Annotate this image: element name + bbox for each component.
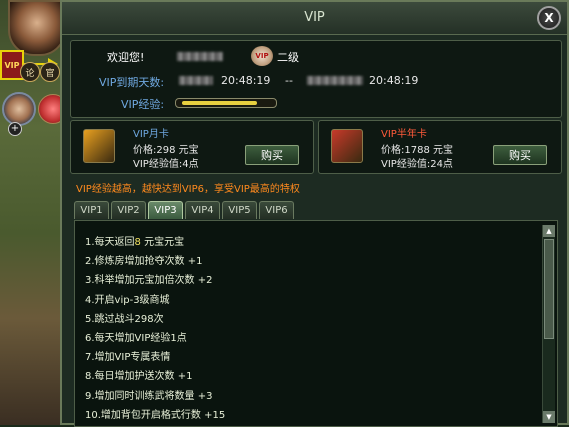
companion-avatar[interactable]	[2, 92, 36, 126]
tab-vip3[interactable]: VIP3	[148, 201, 183, 219]
scroll-up-icon[interactable]: ▲	[543, 225, 555, 237]
window-title: VIP	[304, 10, 325, 25]
start-date-redacted	[179, 76, 213, 85]
buy-monthly-card-button[interactable]: 购买	[245, 145, 299, 165]
list-item: 1.每天返回8 元宝元宝	[85, 237, 185, 248]
scroll-thumb[interactable]	[544, 239, 554, 339]
monthly-card-price: 价格:298 元宝	[133, 145, 199, 156]
tab-vip4[interactable]: VIP4	[185, 201, 220, 219]
monthly-card-name: VIP月卡	[133, 129, 169, 140]
vip-level-tabs: VIP1 VIP2 VIP3 VIP4 VIP5 VIP6	[74, 201, 294, 219]
expiry-label: VIP到期天数:	[99, 76, 165, 89]
add-companion-button[interactable]: +	[8, 122, 22, 136]
benefits-scrollbar[interactable]: ▲ ▼	[542, 225, 555, 423]
tab-vip2[interactable]: VIP2	[111, 201, 146, 219]
list-item: 10.增加背包开启格式行数 +15	[85, 409, 226, 421]
title-bar: VIP X	[62, 2, 567, 35]
close-button[interactable]: X	[537, 6, 561, 30]
list-item: 5.跳过战斗298次	[85, 313, 164, 325]
end-date-redacted	[307, 76, 363, 85]
scroll-down-icon[interactable]: ▼	[543, 411, 555, 423]
halfyear-card-icon	[331, 129, 363, 163]
monthly-card-icon	[83, 129, 115, 163]
exp-label: VIP经验:	[121, 98, 165, 111]
buy-halfyear-card-button[interactable]: 购买	[493, 145, 547, 165]
tab-vip5[interactable]: VIP5	[222, 201, 257, 219]
halfyear-card-price: 价格:1788 元宝	[381, 145, 454, 156]
hero-portrait[interactable]	[8, 0, 66, 56]
end-time: 20:48:19	[369, 74, 419, 87]
vip-level-icon: VIP	[251, 46, 273, 66]
list-item: 9.增加同时训练武将数量 +3	[85, 390, 213, 402]
list-item: 3.科举增加元宝加倍次数 +2	[85, 275, 213, 287]
vip-hint-text: VIP经验越高，越快达到VIP6，享受VIP最高的特权	[76, 184, 300, 195]
halfyear-card-panel: VIP半年卡 价格:1788 元宝 VIP经验值:24点 购买	[318, 120, 562, 174]
player-name-redacted	[177, 52, 223, 61]
list-item: 7.增加VIP专属表情	[85, 352, 171, 364]
official-button[interactable]: 官	[40, 62, 60, 82]
list-item: 4.开启vip-3级商城	[85, 294, 170, 306]
welcome-label: 欢迎您!	[107, 51, 145, 64]
exp-progress-fill	[182, 101, 257, 105]
tab-vip1[interactable]: VIP1	[74, 201, 109, 219]
list-item: 6.每天增加VIP经验1点	[85, 332, 187, 344]
list-item: 2.修炼房增加抢夺次数 +1	[85, 256, 203, 268]
benefits-panel: 1.每天返回8 元宝元宝 2.修炼房增加抢夺次数 +1 3.科举增加元宝加倍次数…	[74, 220, 558, 427]
forum-button[interactable]: 论	[20, 62, 40, 82]
vip-info-box: 欢迎您! VIP 二级 VIP到期天数: 20:48:19 -- 20:48:1…	[70, 40, 562, 118]
halfyear-card-exp: VIP经验值:24点	[381, 159, 453, 170]
list-item: 8.每日增加护送次数 +1	[85, 371, 193, 383]
start-time: 20:48:19	[221, 74, 271, 87]
vip-window: VIP X 欢迎您! VIP 二级 VIP到期天数: 20:48:19 -- 2…	[60, 0, 569, 427]
halfyear-card-name: VIP半年卡	[381, 129, 427, 140]
vip-level-text: 二级	[277, 51, 299, 64]
monthly-card-panel: VIP月卡 价格:298 元宝 VIP经验值:4点 购买	[70, 120, 314, 174]
tab-vip6[interactable]: VIP6	[259, 201, 294, 219]
benefits-list: 1.每天返回8 元宝元宝 2.修炼房增加抢夺次数 +1 3.科举增加元宝加倍次数…	[85, 233, 225, 425]
exp-progress-bar	[175, 98, 277, 108]
monthly-card-exp: VIP经验值:4点	[133, 159, 199, 170]
time-separator: --	[285, 74, 293, 87]
